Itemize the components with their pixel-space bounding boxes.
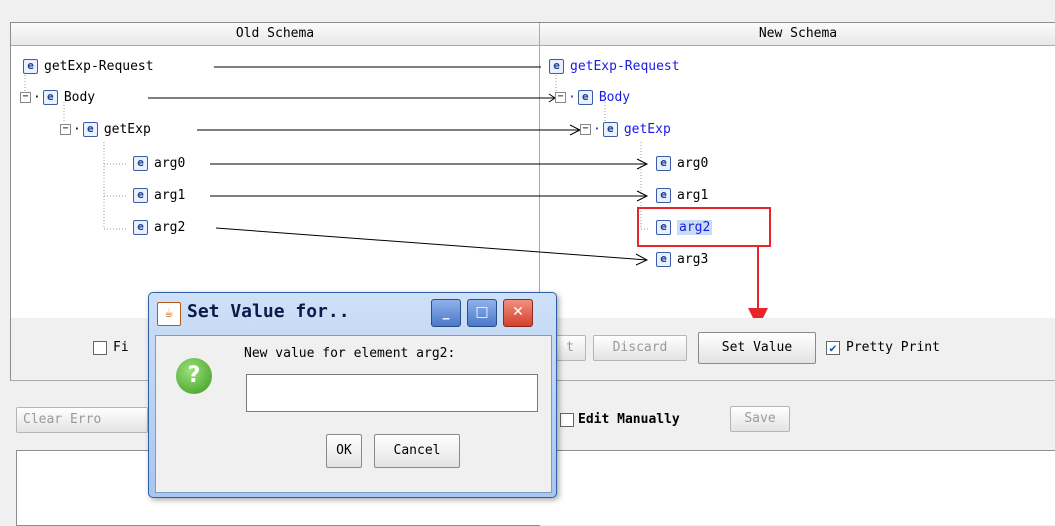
cancel-button[interactable]: Cancel xyxy=(374,434,460,468)
close-button[interactable]: ✕ xyxy=(503,299,533,327)
collapse-icon[interactable]: − xyxy=(60,124,71,135)
dialog-body: ? New value for element arg2: OK Cancel xyxy=(155,335,552,493)
element-icon: e xyxy=(82,122,98,137)
old-schema-title: Old Schema xyxy=(235,26,315,41)
filter-checkbox[interactable]: Fi xyxy=(93,338,129,358)
edit-manually-checkbox[interactable]: Edit Manually xyxy=(560,410,680,430)
collapse-icon[interactable]: − xyxy=(580,124,591,135)
collapse-icon[interactable]: − xyxy=(20,92,31,103)
java-icon: ☕ xyxy=(157,302,181,326)
new-schema-header: New Schema xyxy=(540,23,1055,46)
new-node-arg1[interactable]: e arg1 xyxy=(656,186,708,206)
new-node-getexp[interactable]: − · e getExp xyxy=(580,120,671,140)
element-icon: e xyxy=(656,188,671,203)
save-button[interactable]: Save xyxy=(730,406,790,432)
element-icon: e xyxy=(656,252,671,267)
old-node-arg0[interactable]: e arg0 xyxy=(133,154,185,174)
old-node-arg1[interactable]: e arg1 xyxy=(133,186,185,206)
partial-button[interactable]: t xyxy=(554,335,586,361)
dialog-prompt: New value for element arg2: xyxy=(244,346,456,361)
value-input[interactable] xyxy=(246,374,538,412)
element-icon: e xyxy=(42,90,58,105)
new-node-arg2-selected[interactable]: e arg2 xyxy=(656,218,713,238)
element-icon: e xyxy=(549,59,564,74)
dialog-title: Set Value for.. xyxy=(187,301,350,322)
old-node-getexp-request[interactable]: e getExp-Request xyxy=(23,57,154,77)
set-value-dialog: ☕ Set Value for.. _ □ ✕ ? New value for … xyxy=(148,292,557,498)
minimize-button[interactable]: _ xyxy=(431,299,461,327)
element-icon: e xyxy=(133,156,148,171)
discard-button[interactable]: Discard xyxy=(593,335,687,361)
xml-output-area xyxy=(539,450,1055,525)
column-divider xyxy=(539,46,540,319)
old-node-arg2[interactable]: e arg2 xyxy=(133,218,185,238)
new-schema-title: New Schema xyxy=(758,26,838,41)
element-icon: e xyxy=(602,122,618,137)
new-node-body[interactable]: − · e Body xyxy=(555,88,630,108)
element-icon: e xyxy=(577,90,593,105)
element-icon: e xyxy=(656,220,671,235)
element-icon: e xyxy=(133,188,148,203)
ok-button[interactable]: OK xyxy=(326,434,362,468)
old-node-getexp[interactable]: − · e getExp xyxy=(60,120,151,140)
element-icon: e xyxy=(133,220,148,235)
collapse-icon[interactable]: − xyxy=(555,92,566,103)
clear-errors-button[interactable]: Clear Erro xyxy=(16,407,148,433)
top-strip xyxy=(0,0,1055,22)
set-value-button[interactable]: Set Value xyxy=(698,332,816,364)
question-icon: ? xyxy=(176,358,212,394)
old-node-body[interactable]: − · e Body xyxy=(20,88,95,108)
new-node-arg3[interactable]: e arg3 xyxy=(656,250,708,270)
new-node-getexp-request[interactable]: e getExp-Request xyxy=(549,57,680,77)
check-icon: ✔ xyxy=(826,340,840,355)
element-icon: e xyxy=(23,59,38,74)
new-node-arg0[interactable]: e arg0 xyxy=(656,154,708,174)
pretty-print-checkbox[interactable]: ✔ Pretty Print xyxy=(826,338,940,358)
element-icon: e xyxy=(656,156,671,171)
old-schema-header: Old Schema xyxy=(11,23,540,46)
maximize-button[interactable]: □ xyxy=(467,299,497,327)
